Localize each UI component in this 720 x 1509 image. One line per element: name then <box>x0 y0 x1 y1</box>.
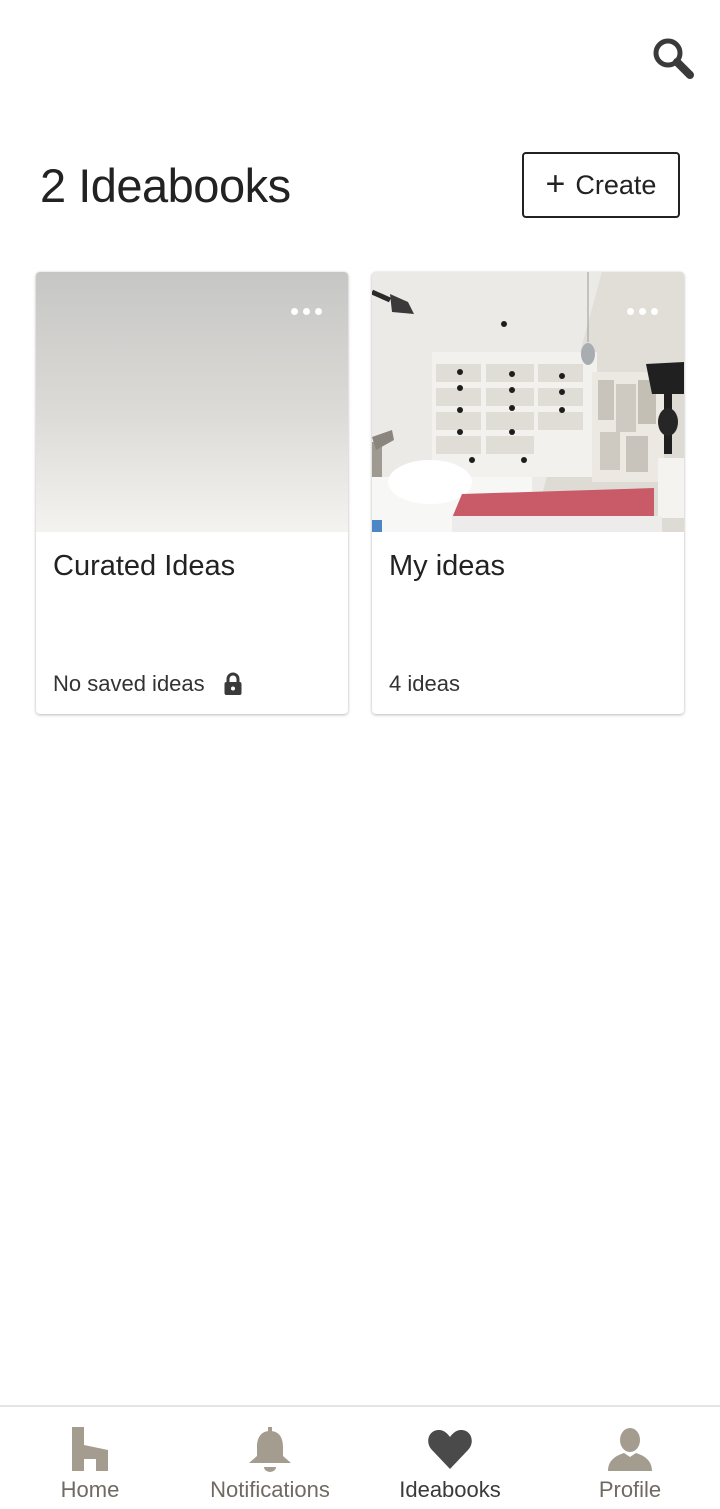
plus-icon: + <box>545 164 566 203</box>
ideabook-count: No saved ideas <box>53 671 205 696</box>
ideabook-meta: No saved ideas <box>53 671 243 697</box>
nav-label: Notifications <box>210 1477 330 1502</box>
more-options-icon[interactable] <box>627 308 658 315</box>
nav-label: Home <box>60 1477 120 1502</box>
search-button[interactable] <box>646 32 700 86</box>
bell-icon <box>249 1427 291 1472</box>
lock-icon <box>224 672 242 695</box>
create-button-label: Create <box>575 169 657 200</box>
ideabook-card-curated[interactable]: Curated Ideas No saved ideas <box>36 272 348 714</box>
nav-item-notifications[interactable]: Notifications <box>180 1407 360 1509</box>
page-title: 2 Ideabooks <box>40 159 291 212</box>
more-options-icon[interactable] <box>291 308 322 315</box>
home-icon <box>72 1427 108 1471</box>
create-button[interactable]: + Create <box>522 152 680 218</box>
nav-label: Ideabooks <box>399 1477 501 1502</box>
bottom-navigation: Home Notifications Ideabooks Profile <box>0 1405 720 1509</box>
ideabook-card-my-ideas[interactable]: My ideas 4 ideas <box>372 272 684 714</box>
ideabook-title: My ideas <box>389 550 506 582</box>
ideabook-title: Curated Ideas <box>53 550 236 582</box>
nav-label: Profile <box>598 1477 662 1502</box>
nav-item-profile[interactable]: Profile <box>540 1407 720 1509</box>
heart-icon <box>428 1430 472 1469</box>
nav-item-ideabooks[interactable]: Ideabooks <box>360 1407 540 1509</box>
person-icon <box>608 1428 652 1471</box>
nav-item-home[interactable]: Home <box>0 1407 180 1509</box>
ideabook-count: 4 ideas <box>389 671 460 696</box>
ideabook-meta: 4 ideas <box>389 671 460 697</box>
search-icon <box>653 38 694 79</box>
